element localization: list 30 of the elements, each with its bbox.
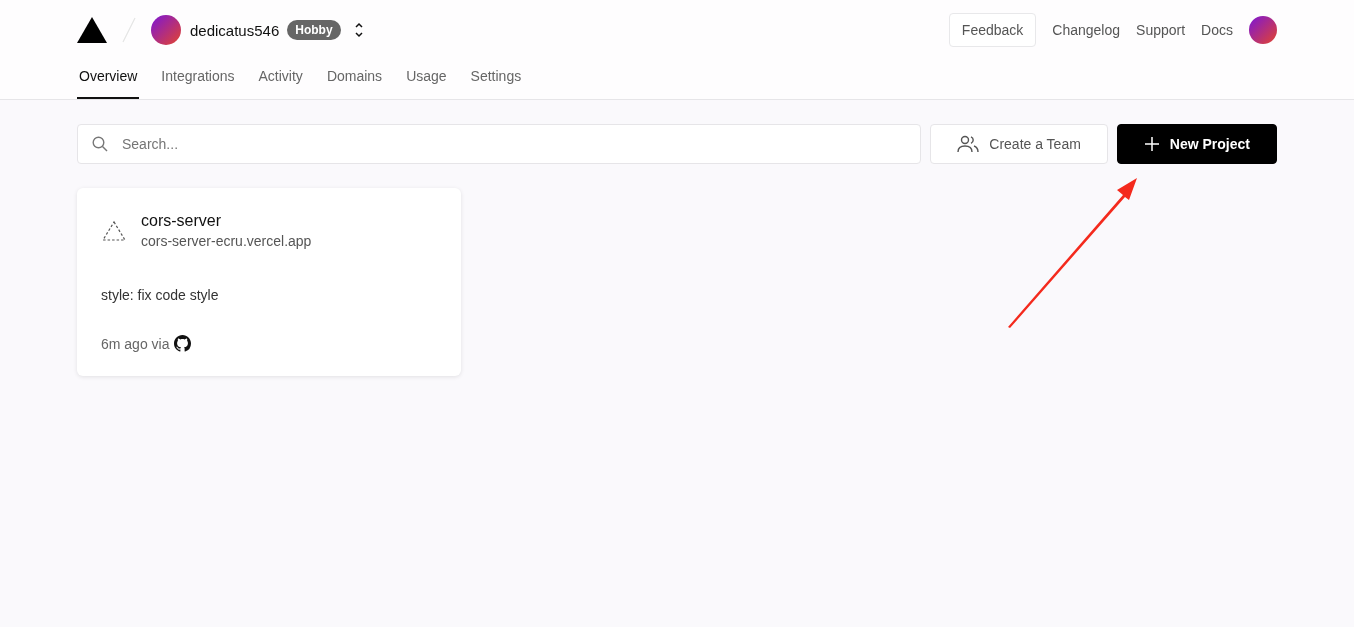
avatar-circle (151, 15, 181, 45)
account-name[interactable]: dedicatus546 (190, 21, 280, 39)
nav-link[interactable]: Changelog (1052, 22, 1121, 38)
create-team-button[interactable]: Create a Team (930, 124, 1108, 164)
user-avatar[interactable] (1249, 16, 1277, 44)
nav-tab[interactable]: Activity (256, 60, 305, 99)
plan-badge: Hobby (287, 20, 341, 40)
new-project-button[interactable]: New Project (1116, 124, 1277, 164)
nav-tab[interactable]: Usage (404, 60, 449, 99)
search-bar[interactable]: Search... (77, 124, 922, 164)
commit-message: style: fix code style (101, 287, 220, 303)
plus-icon (1143, 136, 1160, 152)
project-name[interactable]: cors-server (141, 212, 312, 230)
search-field[interactable]: Search... (120, 135, 907, 153)
project-card[interactable]: cors-server cors-server-ecru.vercel.app style: fix code style 6m ago via (77, 188, 461, 376)
github-icon (174, 335, 192, 352)
nav-tab[interactable]: Domains (324, 60, 385, 99)
nav-tab[interactable]: Settings (468, 60, 524, 99)
chevron-up-down-icon[interactable] (352, 21, 365, 39)
users-icon (957, 135, 980, 153)
feedback-button[interactable]: Feedback (948, 13, 1037, 47)
updated-time: 6m ago via (101, 335, 170, 352)
search-icon (92, 136, 108, 152)
dashed-triangle-icon (101, 219, 127, 242)
nav-link[interactable]: Docs (1201, 22, 1233, 38)
nav-link[interactable]: Support (1136, 22, 1186, 38)
nav-tab[interactable]: Integrations (159, 60, 237, 99)
nav-tab[interactable]: Overview (77, 60, 140, 99)
project-domain[interactable]: cors-server-ecru.vercel.app (141, 233, 312, 249)
triangle-logo[interactable] (77, 17, 107, 43)
